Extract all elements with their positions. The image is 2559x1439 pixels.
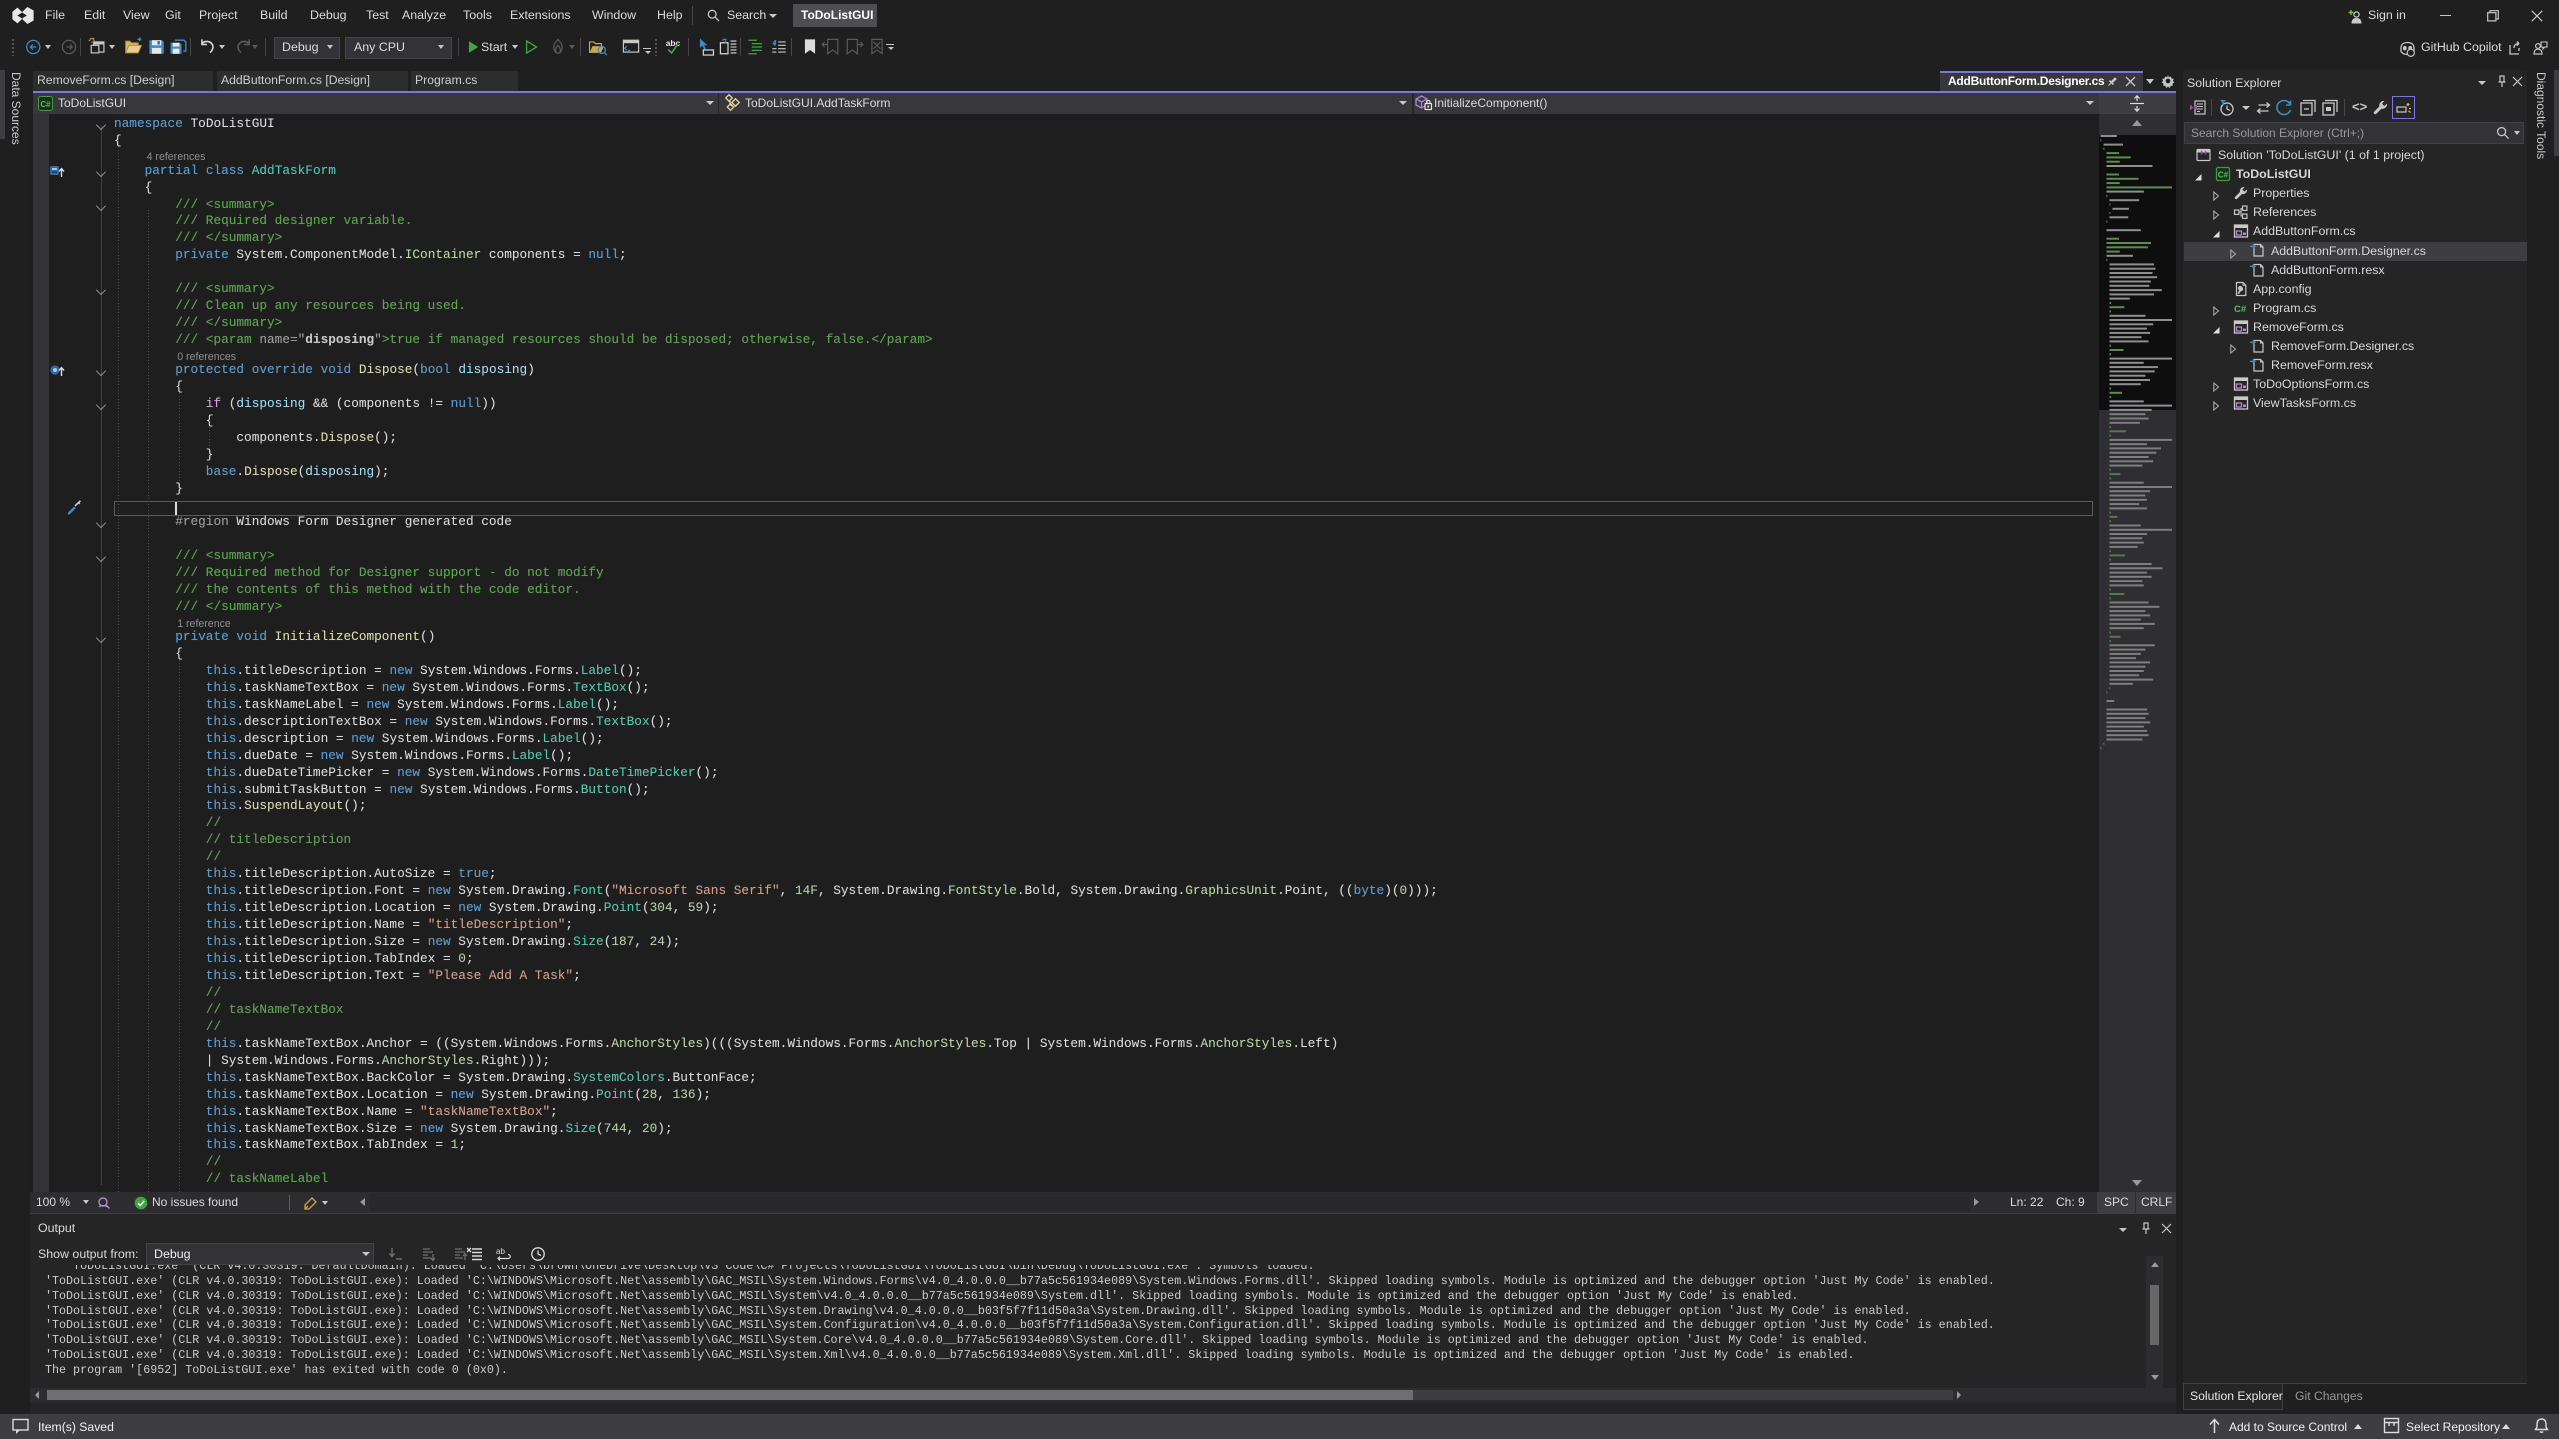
svg-text:C#: C# [2218, 170, 2229, 179]
svg-text:C#: C# [40, 100, 51, 109]
svg-text:abc: abc [666, 38, 681, 48]
svg-text:ab: ab [496, 1247, 505, 1256]
svg-text:C#: C# [2234, 304, 2247, 315]
